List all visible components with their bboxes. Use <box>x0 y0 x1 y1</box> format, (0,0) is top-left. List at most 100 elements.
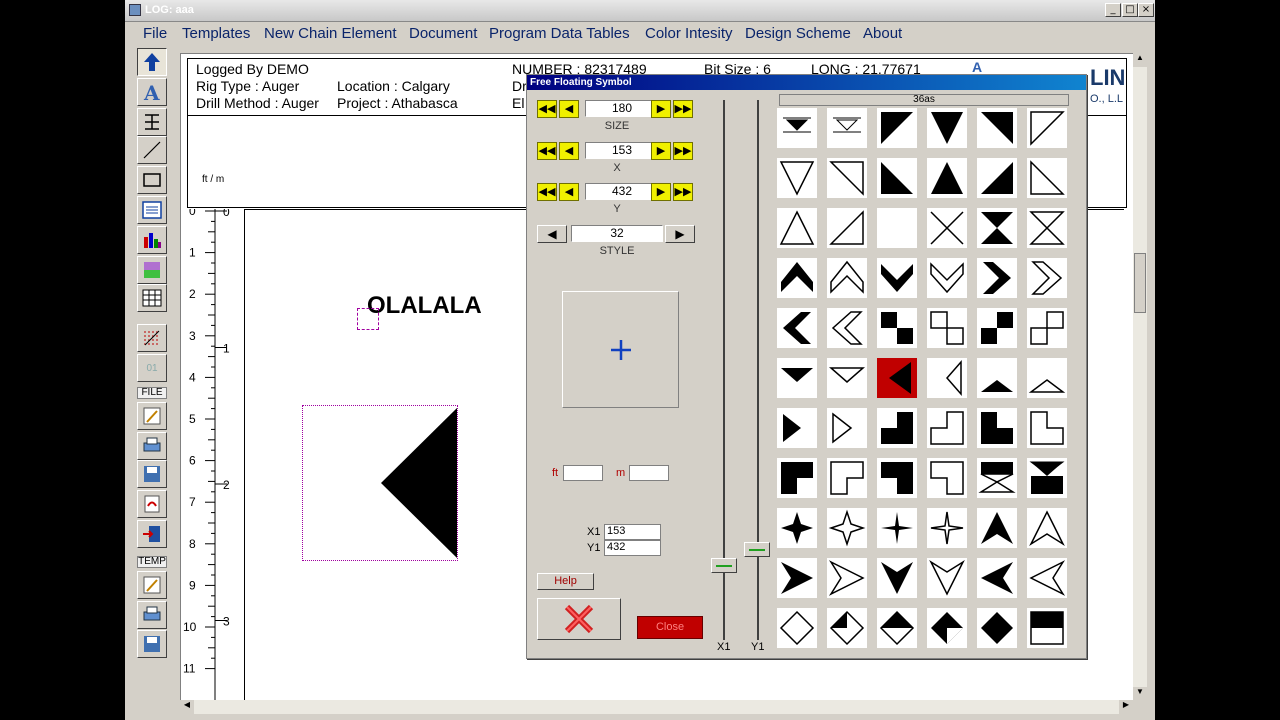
symbol-cell[interactable] <box>777 458 817 498</box>
y-decrease-button[interactable]: ◀ <box>559 183 579 201</box>
symbol-cell[interactable] <box>927 258 967 298</box>
vertical-scrollbar[interactable]: ▲ ▼ <box>1133 53 1147 701</box>
symbol-cell[interactable] <box>777 508 817 548</box>
y-value[interactable]: 432 <box>585 183 659 200</box>
symbol-cell[interactable] <box>977 108 1017 148</box>
y1-slider-track[interactable] <box>757 100 759 640</box>
symbol-cell[interactable] <box>777 358 817 398</box>
pattern-tool-button[interactable] <box>137 324 167 352</box>
symbol-cell[interactable] <box>1027 208 1067 248</box>
symbol-cell[interactable] <box>927 108 967 148</box>
pointer-tool-button[interactable] <box>137 48 167 76</box>
file-print-button[interactable] <box>137 432 167 460</box>
style-value[interactable]: 32 <box>571 225 663 242</box>
menu-templates[interactable]: Templates <box>182 25 250 42</box>
symbol-cell[interactable] <box>977 408 1017 448</box>
scroll-up-arrow[interactable]: ▲ <box>1133 53 1147 67</box>
x1-input[interactable]: 153 <box>604 524 661 540</box>
symbol-cell[interactable] <box>927 158 967 198</box>
symbol-cell[interactable] <box>777 558 817 598</box>
scroll-left-arrow[interactable]: ◀ <box>180 700 194 714</box>
symbol-cell[interactable] <box>927 308 967 348</box>
rectangle-tool-button[interactable] <box>137 166 167 194</box>
canvas-text-olalala[interactable]: OLALALA <box>367 292 482 320</box>
chart-tool-button[interactable] <box>137 226 167 254</box>
text-selection-handle[interactable] <box>357 308 379 330</box>
size-increase-fast-button[interactable]: ▶▶ <box>673 100 693 118</box>
size-decrease-fast-button[interactable]: ◀◀ <box>537 100 557 118</box>
symbol-cell[interactable] <box>1027 358 1067 398</box>
menu-design-scheme[interactable]: Design Scheme <box>745 25 851 42</box>
symbol-cell[interactable] <box>1027 608 1067 648</box>
cancel-button[interactable] <box>537 598 621 640</box>
symbol-cell[interactable] <box>827 358 867 398</box>
x-value[interactable]: 153 <box>585 142 659 159</box>
maximize-button[interactable]: □ <box>1122 3 1138 17</box>
menu-file[interactable]: File <box>143 25 167 42</box>
symbol-cell[interactable] <box>777 408 817 448</box>
symbol-cell[interactable] <box>877 558 917 598</box>
symbol-cell[interactable] <box>927 208 967 248</box>
table-tool-button[interactable] <box>137 284 167 312</box>
symbol-cell[interactable] <box>977 208 1017 248</box>
file-save-button[interactable] <box>137 460 167 488</box>
symbol-cell[interactable] <box>777 108 817 148</box>
file-exit-button[interactable] <box>137 520 167 548</box>
symbol-cell[interactable] <box>1027 558 1067 598</box>
temp-edit-button[interactable] <box>137 571 167 599</box>
symbol-cell[interactable] <box>777 308 817 348</box>
menu-document[interactable]: Document <box>409 25 477 42</box>
textbox-tool-button[interactable] <box>137 196 167 224</box>
symbol-cell[interactable] <box>927 558 967 598</box>
symbol-cell[interactable] <box>827 258 867 298</box>
symbol-cell[interactable] <box>777 258 817 298</box>
menu-about[interactable]: About <box>863 25 902 42</box>
symbol-cell[interactable] <box>977 158 1017 198</box>
size-value[interactable]: 180 <box>585 100 659 117</box>
symbol-cell[interactable] <box>877 258 917 298</box>
symbol-cell[interactable] <box>927 508 967 548</box>
vertical-scroll-thumb[interactable] <box>1134 253 1146 313</box>
y1-slider-thumb[interactable] <box>744 542 770 557</box>
symbol-cell[interactable] <box>877 308 917 348</box>
style-prev-button[interactable]: ◀ <box>537 225 567 243</box>
symbol-cell[interactable] <box>827 608 867 648</box>
close-window-button[interactable]: × <box>1138 3 1154 17</box>
scroll-down-arrow[interactable]: ▼ <box>1133 687 1147 701</box>
y-increase-fast-button[interactable]: ▶▶ <box>673 183 693 201</box>
symbol-cell[interactable] <box>1027 258 1067 298</box>
symbol-cell[interactable] <box>827 108 867 148</box>
x-increase-button[interactable]: ▶ <box>651 142 671 160</box>
symbol-cell[interactable] <box>827 158 867 198</box>
symbol-cell[interactable] <box>777 158 817 198</box>
symbol-cell[interactable] <box>877 458 917 498</box>
symbol-cell[interactable] <box>827 308 867 348</box>
size-decrease-button[interactable]: ◀ <box>559 100 579 118</box>
symbol-cell[interactable] <box>877 408 917 448</box>
symbol-cell[interactable] <box>977 358 1017 398</box>
minimize-button[interactable]: _ <box>1105 3 1121 17</box>
x-decrease-fast-button[interactable]: ◀◀ <box>537 142 557 160</box>
line-tool-button[interactable] <box>137 136 167 164</box>
symbol-cell[interactable] <box>827 558 867 598</box>
symbol-cell[interactable] <box>1027 408 1067 448</box>
horizontal-scrollbar[interactable]: ◀ ▶ <box>180 700 1133 714</box>
symbol-cell[interactable] <box>827 458 867 498</box>
size-increase-button[interactable]: ▶ <box>651 100 671 118</box>
temp-save-button[interactable] <box>137 630 167 658</box>
symbol-cell[interactable] <box>877 108 917 148</box>
symbol-cell[interactable] <box>1027 508 1067 548</box>
symbol-cell[interactable] <box>927 458 967 498</box>
symbol-cell[interactable] <box>1027 108 1067 148</box>
symbol-cell[interactable] <box>977 508 1017 548</box>
symbol-cell[interactable] <box>1027 158 1067 198</box>
file-pdf-button[interactable] <box>137 490 167 518</box>
temp-print-button[interactable] <box>137 601 167 629</box>
align-tool-button[interactable] <box>137 108 167 136</box>
floating-symbol[interactable] <box>302 405 458 561</box>
style-next-button[interactable]: ▶ <box>665 225 695 243</box>
y-decrease-fast-button[interactable]: ◀◀ <box>537 183 557 201</box>
symbol-cell[interactable] <box>877 508 917 548</box>
numbering-tool-button[interactable]: 01 <box>137 354 167 382</box>
gradient-tool-button[interactable] <box>137 256 167 284</box>
